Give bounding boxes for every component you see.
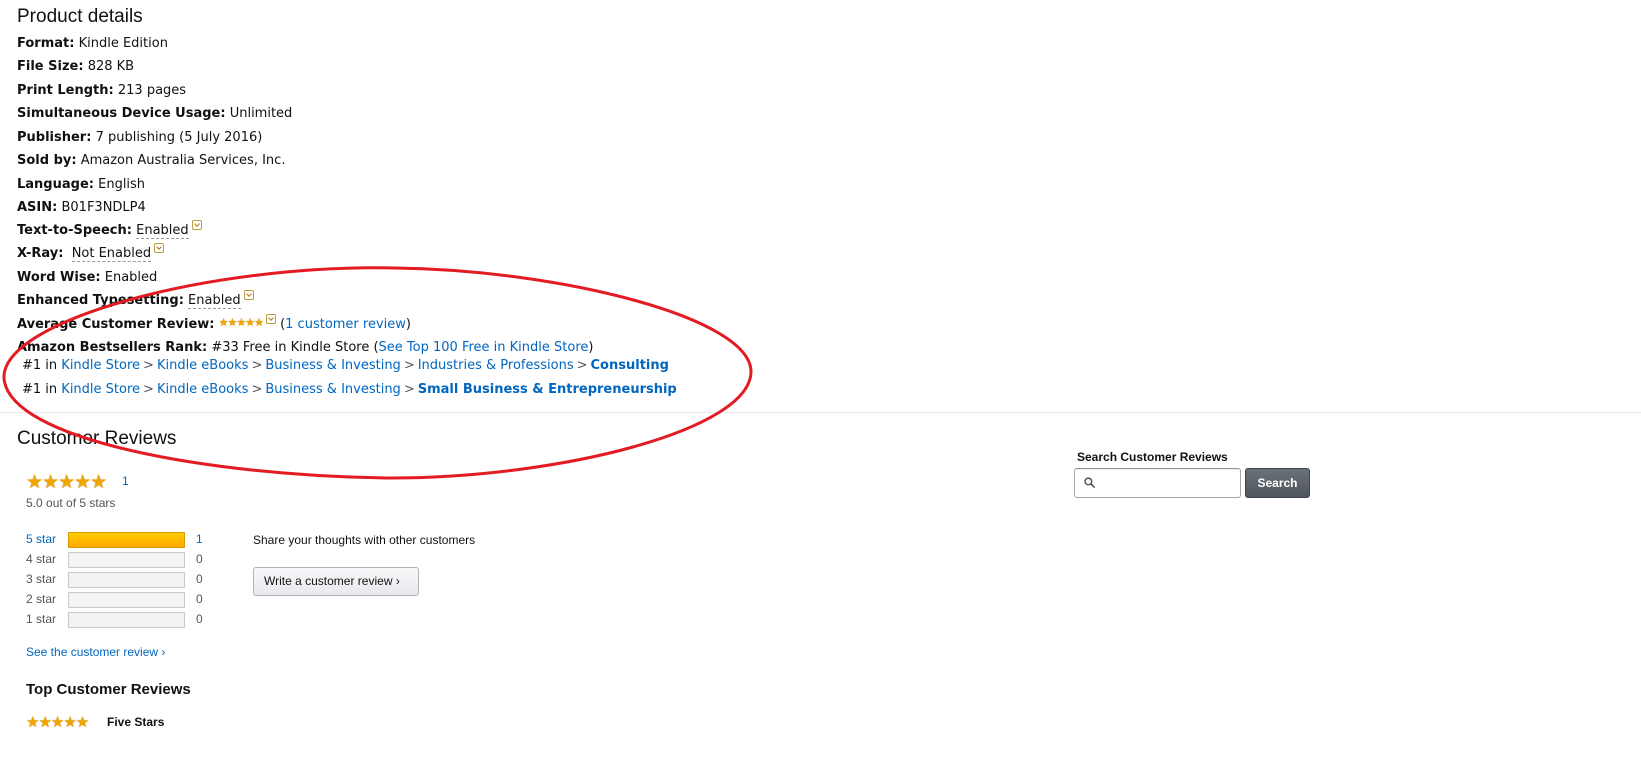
annotation-ellipse: [2, 266, 753, 480]
annotation-ellipse-stroke: [2, 266, 753, 480]
